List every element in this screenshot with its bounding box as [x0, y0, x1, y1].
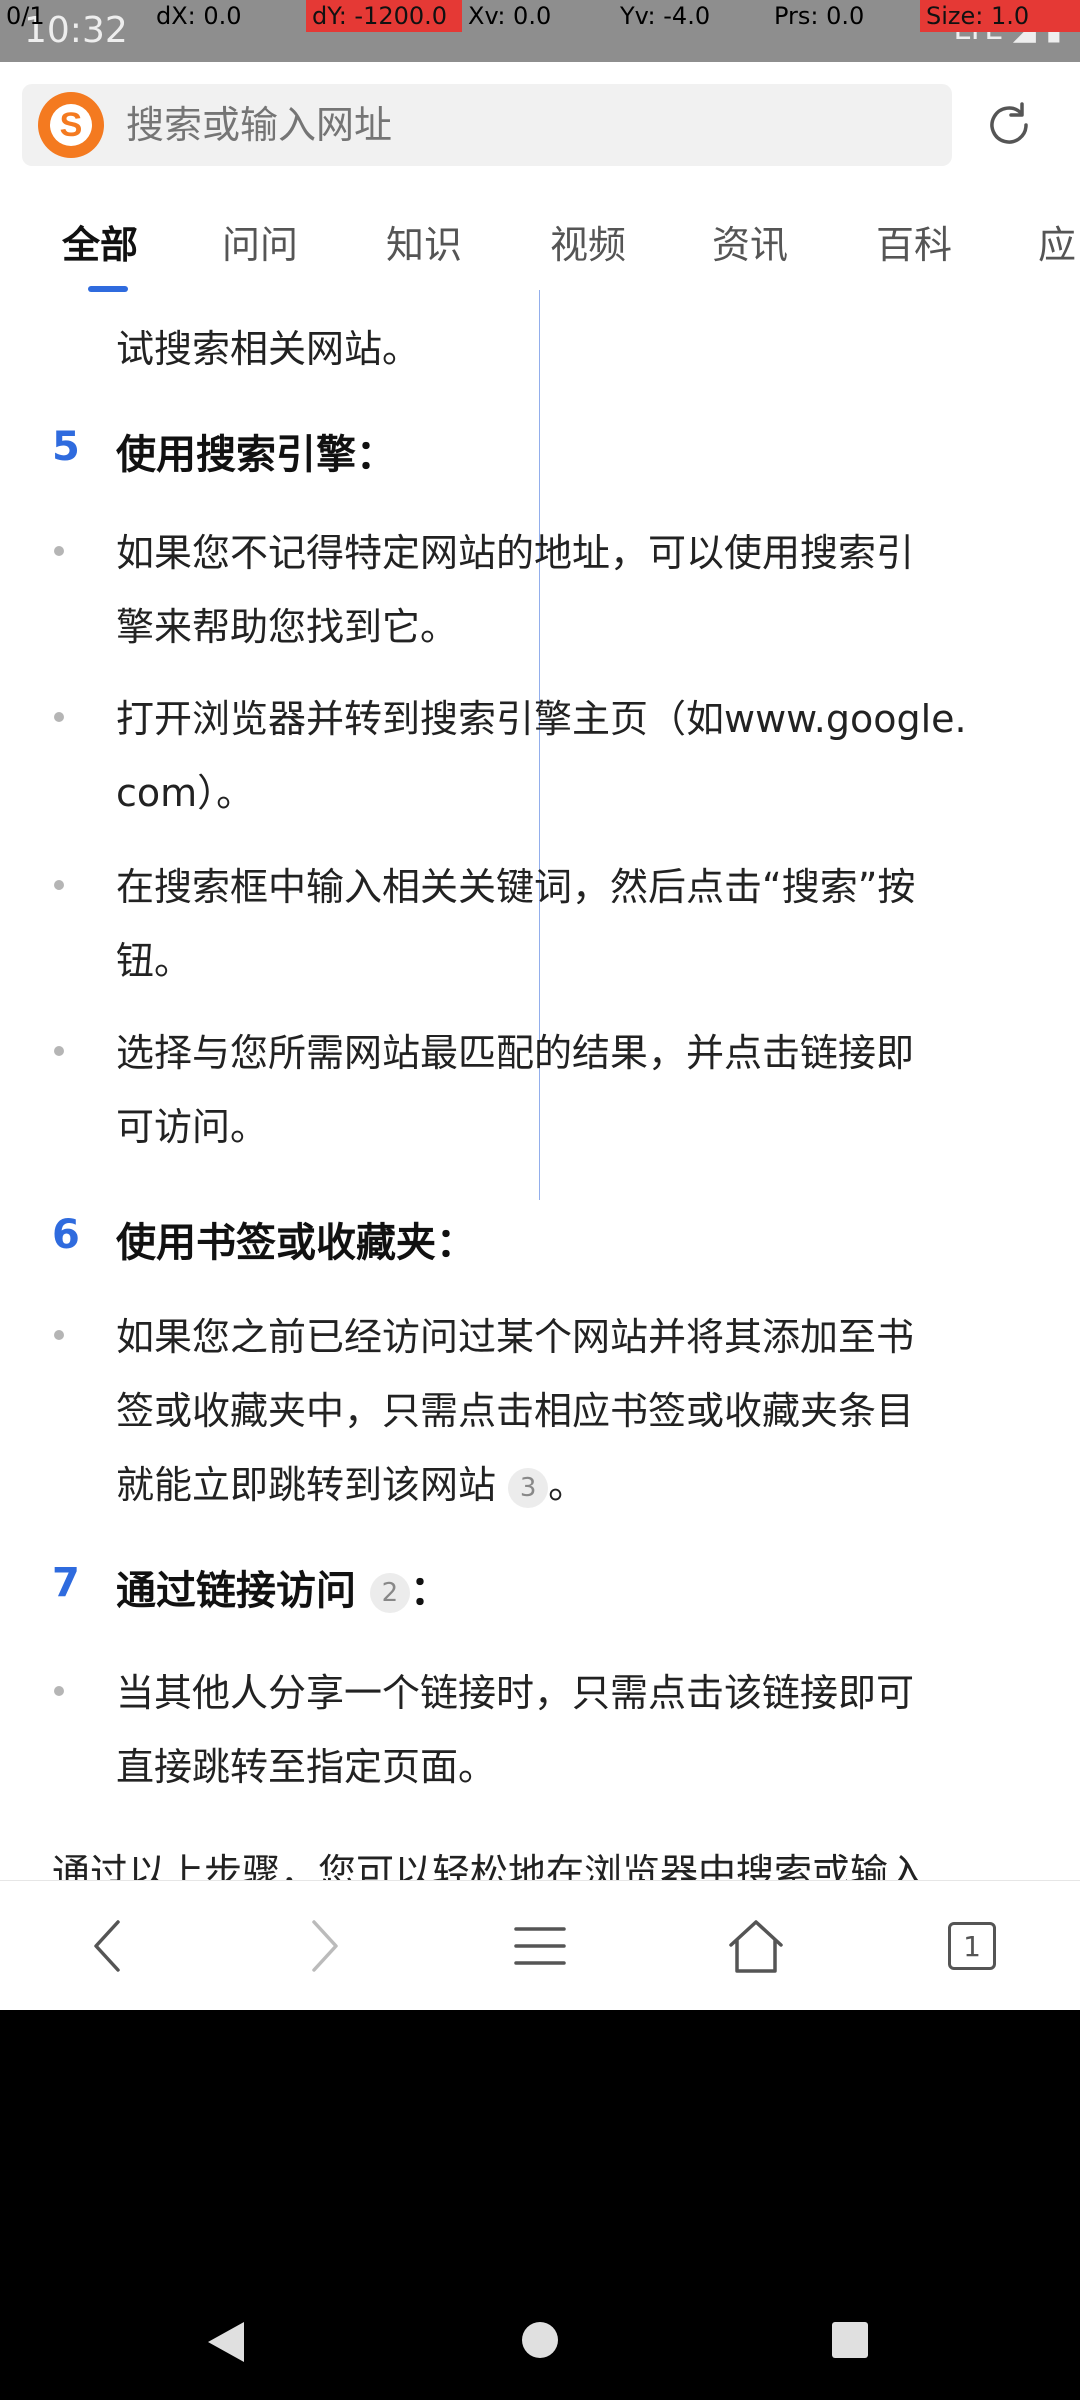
step-number: 5: [52, 424, 80, 470]
step-number: 6: [52, 1212, 80, 1258]
system-recents-icon[interactable]: [830, 2320, 870, 2360]
tab-all[interactable]: 全部: [62, 214, 138, 269]
text-line: 通过以上步骤，您可以轻松地在浏览器中搜索或输入: [52, 1851, 927, 1880]
bullet-dot: [54, 712, 64, 722]
refresh-icon: [990, 102, 1028, 144]
text-line: 擎来帮助您找到它。: [116, 605, 459, 649]
text-line[interactable]: com）。: [116, 762, 254, 817]
text-segment: 就能立即跳转到该网站: [116, 1463, 497, 1507]
debug-dy: dY: -1200.0: [306, 0, 462, 32]
text-line: 如果您之前已经访问过某个网站并将其添加至书: [116, 1315, 915, 1359]
text-line: 在搜索框中输入相关关键词，然后点击“搜索”按: [116, 865, 916, 909]
tab-news[interactable]: 资讯: [712, 214, 788, 269]
bullet-dot: [54, 1330, 64, 1340]
text-line: 就能立即跳转到该网站 3。: [116, 1454, 586, 1509]
debug-size: Size: 1.0: [920, 0, 1080, 32]
tab-wenwen[interactable]: 问问: [222, 214, 298, 269]
step-title: 使用搜索引擎：: [116, 432, 396, 478]
text-line: 如果您不记得特定网站的地址，可以使用搜索引: [116, 531, 915, 575]
address-input[interactable]: [126, 84, 946, 166]
debug-dx: dX: 0.0: [156, 2, 242, 30]
chevron-right-icon: [312, 1920, 338, 1972]
logo-letter: S: [50, 104, 92, 146]
system-home-icon[interactable]: [520, 2320, 560, 2360]
debug-pointer: 0/1: [6, 2, 45, 30]
debug-prs: Prs: 0.0: [774, 2, 865, 30]
tab-apps[interactable]: 应: [1038, 214, 1076, 269]
tab-knowledge[interactable]: 知识: [386, 214, 462, 269]
step-title: 使用书签或收藏夹：: [116, 1220, 476, 1266]
system-back-icon[interactable]: [204, 2320, 246, 2364]
debug-yv: Yv: -4.0: [620, 2, 711, 30]
pointer-debug-overlay: 0/1 dX: 0.0 dY: -1200.0 Xv: 0.0 Yv: -4.0…: [0, 0, 1080, 32]
bullet-dot: [54, 1046, 64, 1056]
back-button[interactable]: [0, 1881, 216, 2010]
refresh-button[interactable]: [960, 84, 1058, 166]
chevron-left-icon: [94, 1920, 120, 1972]
tab-count: 1: [963, 1929, 981, 1963]
answer-content: 试搜索相关网站。 5 使用搜索引擎： 如果您不记得特定网站的地址，可以使用搜索引…: [0, 290, 1080, 1880]
citation-badge[interactable]: 2: [369, 1573, 410, 1613]
browser-toolbar: 1: [0, 1880, 1080, 2010]
text-line: 签或收藏夹中，只需点击相应书签或收藏夹条目: [116, 1389, 915, 1433]
text-line: 当其他人分享一个链接时，只需点击该链接即可: [116, 1671, 915, 1715]
step-title-text: 通过链接访问: [116, 1568, 356, 1614]
text-line: 直接跳转至指定页面。: [116, 1745, 497, 1789]
text-line: 钮。: [116, 939, 193, 983]
text-segment: 。: [548, 1463, 587, 1507]
menu-button[interactable]: [432, 1881, 648, 2010]
system-navigation-bar: [0, 2010, 1080, 2400]
text-line: 试搜索相关网站。: [116, 327, 421, 371]
citation-badge[interactable]: 3: [508, 1467, 549, 1508]
status-bar: 10:32 LTE ◢ ▮ 0/1 dX: 0.0 dY: -1200.0 Xv…: [0, 0, 1080, 62]
text-line: 可访问。: [116, 1105, 269, 1149]
bullet-dot: [54, 880, 64, 890]
address-bar: S: [0, 62, 1080, 186]
menu-icon: [514, 1927, 566, 1965]
forward-button[interactable]: [216, 1881, 432, 2010]
text-line: 选择与您所需网站最匹配的结果，并点击链接即: [116, 1031, 915, 1075]
home-button[interactable]: [648, 1881, 864, 2010]
step-title-colon: ：: [409, 1568, 450, 1614]
debug-xv: Xv: 0.0: [468, 2, 552, 30]
text-line[interactable]: 打开浏览器并转到搜索引擎主页（如www.google.: [116, 688, 967, 743]
bullet-dot: [54, 1686, 64, 1696]
step-number: 7: [52, 1560, 80, 1606]
address-box[interactable]: S: [22, 84, 952, 166]
tabs-button[interactable]: 1: [864, 1881, 1080, 2010]
home-icon: [729, 1920, 783, 1973]
search-tabs: 全部 问问 知识 视频 资讯 百科 应: [0, 186, 1080, 292]
browser-screen: 10:32 LTE ◢ ▮ 0/1 dX: 0.0 dY: -1200.0 Xv…: [0, 0, 1080, 2010]
tab-video[interactable]: 视频: [550, 214, 626, 269]
bullet-dot: [54, 546, 64, 556]
sogou-logo-icon[interactable]: S: [38, 92, 104, 158]
tabs-count-icon: 1: [948, 1922, 996, 1970]
step-title: 通过链接访问 2：: [116, 1558, 450, 1616]
tab-baike[interactable]: 百科: [876, 214, 952, 269]
